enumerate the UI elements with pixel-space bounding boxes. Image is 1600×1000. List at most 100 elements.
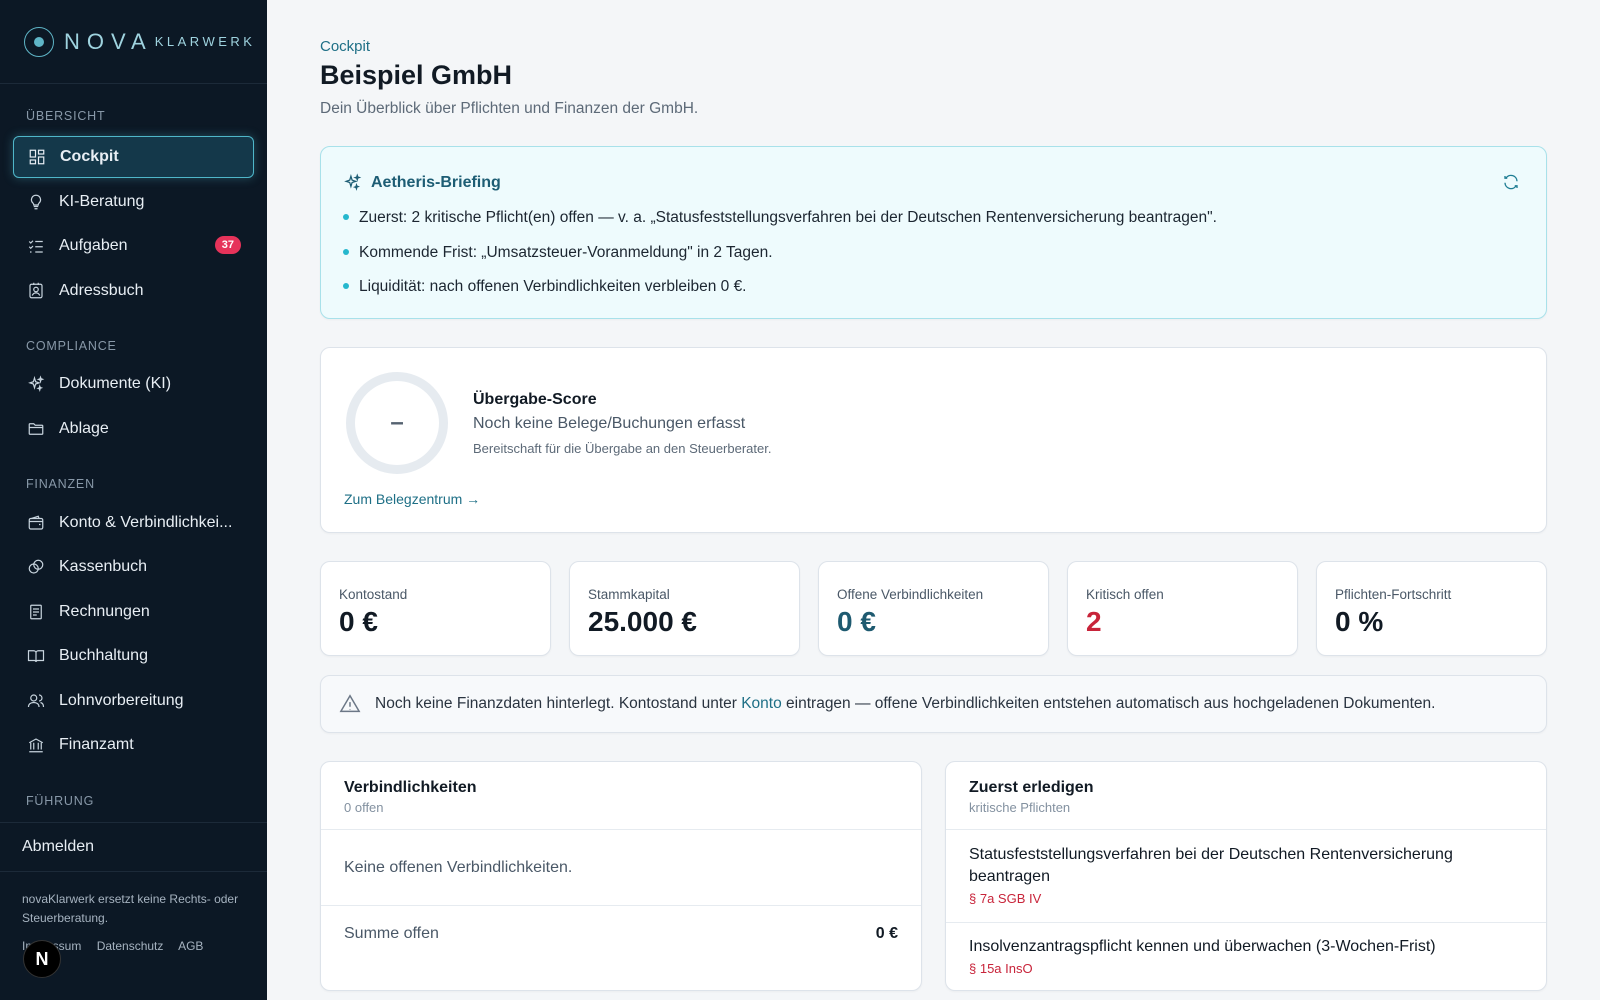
briefing-item: Liquidität: nach offenen Verbindlichkeit… (343, 276, 1217, 311)
sidebar: NOVA KLARWERK ÜBERSICHT Cockpit KI-Berat… (0, 0, 267, 1000)
sidebar-item-label: Rechnungen (59, 603, 150, 620)
kpi-kontostand: Kontostand 0 € (320, 561, 551, 656)
liabilities-panel: Verbindlichkeiten 0 offen Keine offenen … (320, 761, 922, 991)
users-icon (27, 694, 45, 708)
sidebar-item-label: Adressbuch (59, 282, 144, 299)
contact-book-icon (29, 282, 43, 299)
panel-header: Verbindlichkeiten 0 offen (321, 762, 921, 830)
kpi-kritisch-offen: Kritisch offen 2 (1067, 561, 1298, 656)
sparkles-icon (344, 173, 362, 191)
grid-icon (29, 149, 45, 165)
tasks-count-badge: 37 (214, 236, 241, 254)
kpi-value: 0 € (339, 606, 378, 637)
disclaimer: novaKlarwerk ersetzt keine Rechts- oder … (22, 892, 239, 925)
sum-label: Summe offen (344, 925, 439, 942)
section-label-finanzen: FINANZEN (26, 477, 95, 491)
brand-suffix: KLARWERK (154, 34, 256, 49)
score-subtitle: Noch keine Belege/Buchungen erfasst (473, 415, 746, 432)
sidebar-item-label: Lohnvorbereitung (59, 692, 184, 709)
panel-header: Zuerst erledigen kritische Pflichten (946, 762, 1546, 830)
receipt-icon (30, 604, 42, 620)
kpi-label: Offene Verbindlichkeiten (837, 587, 984, 602)
kpi-stammkapital: Stammkapital 25.000 € (569, 561, 800, 656)
section-label-uebersicht: ÜBERSICHT (26, 109, 106, 123)
sidebar-item-konto[interactable]: Konto & Verbindlichkei... (13, 502, 254, 544)
section-label-compliance: COMPLIANCE (26, 339, 117, 353)
sidebar-item-adressbuch[interactable]: Adressbuch (13, 270, 254, 312)
refresh-button[interactable] (1502, 173, 1520, 191)
sidebar-item-label: Konto & Verbindlichkei... (59, 514, 233, 531)
kpi-label: Stammkapital (588, 587, 670, 602)
sidebar-item-aufgaben[interactable]: Aufgaben 37 (13, 225, 254, 267)
sidebar-item-cockpit[interactable]: Cockpit (13, 136, 254, 178)
kpi-label: Kritisch offen (1086, 587, 1164, 602)
sum-value: 0 € (875, 925, 898, 942)
sidebar-item-label: Cockpit (60, 148, 119, 165)
logout-button[interactable]: Abmelden (0, 822, 267, 872)
notice-text: Noch keine Finanzdaten hinterlegt. Konto… (375, 695, 1435, 713)
sidebar-item-kassenbuch[interactable]: Kassenbuch (13, 546, 254, 588)
main-content: Cockpit Beispiel GmbH Dein Überblick übe… (267, 0, 1600, 1000)
handover-score-card: – Übergabe-Score Noch keine Belege/Buchu… (320, 347, 1547, 533)
logo-icon (24, 26, 54, 57)
kpi-offene-verbindlichkeiten: Offene Verbindlichkeiten 0 € (818, 561, 1049, 656)
footer-link-datenschutz[interactable]: Datenschutz (97, 939, 164, 953)
sidebar-item-lohnvorbereitung[interactable]: Lohnvorbereitung (13, 680, 254, 722)
task-title: Statusfeststellungsverfahren bei der Deu… (969, 846, 1453, 885)
kpi-value: 0 % (1335, 606, 1384, 637)
coins-icon (28, 559, 44, 574)
sidebar-item-dokumente[interactable]: Dokumente (KI) (13, 363, 254, 405)
footer-link-agb[interactable]: AGB (178, 939, 203, 953)
sidebar-item-label: Finanzamt (59, 736, 134, 753)
refresh-icon (1504, 174, 1518, 190)
kpi-value: 25.000 € (588, 606, 697, 637)
breadcrumb[interactable]: Cockpit (320, 38, 370, 55)
sidebar-item-ablage[interactable]: Ablage (13, 408, 254, 450)
kpi-label: Pflichten-Fortschritt (1335, 587, 1452, 602)
panel-subtitle: kritische Pflichten (969, 800, 1071, 815)
avatar[interactable]: N (23, 940, 61, 978)
briefing-card: Aetheris-Briefing Zuerst: 2 kritische Pf… (320, 146, 1547, 319)
sidebar-item-label: Buchhaltung (59, 647, 148, 664)
sidebar-item-buchhaltung[interactable]: Buchhaltung (13, 635, 254, 677)
score-title: Übergabe-Score (473, 391, 597, 408)
task-item[interactable]: Statusfeststellungsverfahren bei der Deu… (946, 830, 1546, 922)
folder-icon (28, 423, 44, 435)
task-title: Insolvenzantragspflicht kennen und überw… (969, 938, 1436, 955)
panel-title: Zuerst erledigen (969, 779, 1094, 796)
briefing-title: Aetheris-Briefing (371, 173, 501, 191)
brand-name: NOVA (64, 28, 153, 54)
empty-state: Keine offenen Verbindlichkeiten. (344, 859, 573, 876)
book-icon (27, 650, 45, 663)
score-ring: – (346, 372, 448, 474)
page-title: Beispiel GmbH (320, 60, 513, 90)
sidebar-item-label: Ablage (59, 420, 109, 437)
sidebar-item-rechnungen[interactable]: Rechnungen (13, 591, 254, 633)
belegzentrum-link[interactable]: Zum Belegzentrum → (344, 491, 480, 507)
kpi-value: 2 (1086, 606, 1102, 637)
task-item[interactable]: Insolvenzantragspflicht kennen und überw… (946, 922, 1546, 992)
task-legal-ref: § 7a SGB IV (969, 891, 1042, 906)
sidebar-item-label: Aufgaben (59, 237, 128, 254)
warning-icon (339, 694, 361, 713)
first-tasks-panel: Zuerst erledigen kritische Pflichten Sta… (945, 761, 1547, 991)
briefing-item: Zuerst: 2 kritische Pflicht(en) offen — … (343, 207, 1217, 242)
task-legal-ref: § 15a InsO (969, 961, 1033, 976)
sidebar-item-finanzamt[interactable]: Finanzamt (13, 724, 254, 766)
sum-row: Summe offen 0 € (321, 905, 921, 965)
briefing-list: Zuerst: 2 kritische Pflicht(en) offen — … (343, 207, 1217, 311)
panel-subtitle: 0 offen (344, 800, 384, 815)
section-label-fuehrung: FÜHRUNG (26, 794, 95, 808)
brand[interactable]: NOVA KLARWERK (0, 0, 267, 84)
panel-title: Verbindlichkeiten (344, 779, 477, 796)
sidebar-item-label: Dokumente (KI) (59, 375, 172, 392)
kpi-label: Kontostand (339, 587, 408, 602)
wallet-icon (28, 515, 44, 530)
briefing-item: Kommende Frist: „Umsatzsteuer-Voranmeldu… (343, 242, 1217, 277)
score-description: Bereitschaft für die Übergabe an den Ste… (473, 441, 772, 456)
page-subtitle: Dein Überblick über Pflichten und Finanz… (320, 100, 699, 117)
konto-link[interactable]: Konto (741, 695, 782, 712)
lightbulb-icon (30, 194, 42, 210)
sidebar-item-ki-beratung[interactable]: KI-Beratung (13, 181, 254, 223)
notice-text-after: eintragen — offene Verbindlichkeiten ent… (781, 695, 1436, 712)
